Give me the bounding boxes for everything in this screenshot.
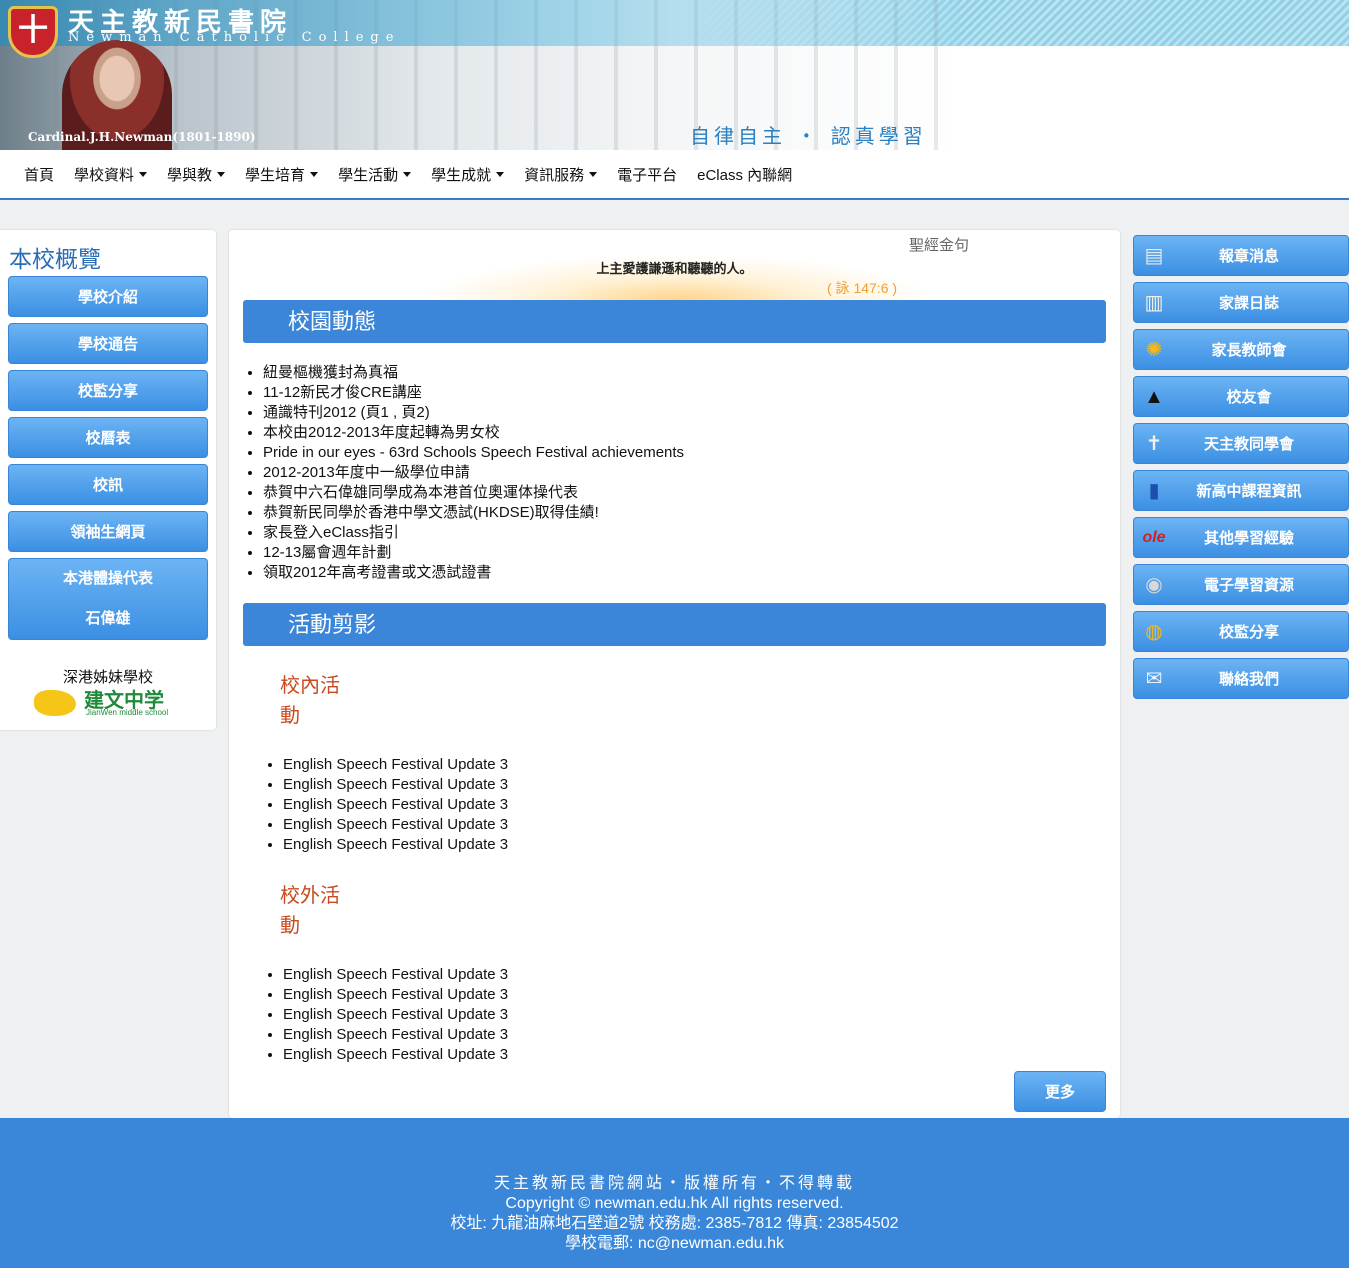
sidebar-item-school-intro[interactable]: 學校介紹 bbox=[8, 276, 208, 317]
header-banner: 十 天主教新民書院 Newman Catholic College Cardin… bbox=[0, 0, 1349, 150]
school-crest-icon: 十 bbox=[8, 6, 58, 58]
book-icon: ▮ bbox=[1148, 480, 1160, 502]
sidebar-item-newsletter[interactable]: 校訊 bbox=[8, 464, 208, 505]
footer-copyright-en: Copyright © newman.edu.hk All rights res… bbox=[505, 1195, 844, 1212]
caret-down-icon bbox=[139, 171, 148, 177]
school-motto: 自律自主 ・ 認真學習 bbox=[690, 124, 927, 148]
campus-news-heading: 校園動態 bbox=[243, 300, 1106, 343]
list-item[interactable]: English Speech Festival Update 3 bbox=[283, 835, 508, 855]
disc-icon: ◉ bbox=[1145, 574, 1163, 596]
caret-down-icon bbox=[310, 171, 319, 177]
bible-verse-label: 聖經金句 bbox=[909, 237, 970, 254]
quicklink-contact-us[interactable]: ✉ 聯絡我們 bbox=[1133, 658, 1349, 699]
caret-down-icon bbox=[589, 171, 598, 177]
list-item[interactable]: English Speech Festival Update 3 bbox=[283, 985, 508, 1005]
list-item[interactable]: English Speech Festival Update 3 bbox=[283, 795, 508, 815]
sister-school-logo[interactable]: 建文中学 JianWen middle school bbox=[34, 684, 179, 720]
news-item[interactable]: 11-12新民才俊CRE講座 bbox=[263, 383, 684, 403]
sidebar-item-supervisor-sharing[interactable]: 校監分享 bbox=[8, 370, 208, 411]
page-footer: 天主教新民書院網站・版權所有・不得轉載 Copyright © newman.e… bbox=[0, 1118, 1349, 1268]
footer-copyright-cn: 天主教新民書院網站・版權所有・不得轉載 bbox=[493, 1175, 855, 1192]
quicklink-pta[interactable]: ✺ 家長教師會 bbox=[1133, 329, 1349, 370]
sidebar-item-school-notices[interactable]: 學校通告 bbox=[8, 323, 208, 364]
bible-verse-reference: ( 詠 147:6 ) bbox=[827, 280, 898, 296]
nav-item-school-info[interactable]: 學校資料 bbox=[74, 164, 148, 185]
graduation-cap-icon: ▲ bbox=[1144, 386, 1164, 408]
news-item[interactable]: 通識特刊2012 (頁1 , 頁2) bbox=[263, 403, 684, 423]
nav-item-student-achievements[interactable]: 學生成就 bbox=[431, 164, 505, 185]
sidebar-item-prefects-page[interactable]: 領袖生網頁 bbox=[8, 511, 208, 552]
nav-item-student-development[interactable]: 學生培育 bbox=[245, 164, 319, 185]
sister-school-emblem-icon bbox=[34, 690, 76, 716]
list-item[interactable]: English Speech Festival Update 3 bbox=[283, 1005, 508, 1025]
list-item[interactable]: English Speech Festival Update 3 bbox=[283, 1025, 508, 1045]
quicklink-nss-curriculum[interactable]: ▮ 新高中課程資訊 bbox=[1133, 470, 1349, 511]
sidebar-title: 本校概覽 bbox=[9, 246, 101, 272]
inside-activities-heading: 校內活 動 bbox=[280, 675, 340, 727]
footer-address: 校址: 九龍油麻地石壁道2號 校務處: 2385-7812 傳真: 238545… bbox=[450, 1215, 899, 1232]
activity-gallery-heading: 活動剪影 bbox=[243, 603, 1106, 646]
caret-down-icon bbox=[217, 171, 226, 177]
list-item[interactable]: English Speech Festival Update 3 bbox=[283, 755, 508, 775]
newspaper-icon: ▤ bbox=[1144, 245, 1164, 267]
list-item[interactable]: English Speech Festival Update 3 bbox=[283, 965, 508, 985]
open-book-icon: ▥ bbox=[1144, 292, 1164, 314]
news-item[interactable]: 恭賀中六石偉雄同學成為本港首位奧運体操代表 bbox=[263, 483, 684, 503]
nav-item-eclass[interactable]: eClass 內聯網 bbox=[697, 164, 792, 185]
news-item[interactable]: 恭賀新民同學於香港中學文憑試(HKDSE)取得佳績! bbox=[263, 503, 684, 523]
news-item[interactable]: 家長登入eClass指引 bbox=[263, 523, 684, 543]
bible-verse-text: 上主愛護謙遜和聽聽的人。 bbox=[596, 261, 753, 276]
list-item[interactable]: English Speech Festival Update 3 bbox=[283, 815, 508, 835]
nav-item-info-services[interactable]: 資訊服務 bbox=[524, 164, 598, 185]
news-item[interactable]: 12-13屬會週年計劃 bbox=[263, 543, 684, 563]
speech-bubble-icon: ◍ bbox=[1145, 621, 1163, 643]
sidebar-item-gymnast-representative[interactable]: 本港體操代表 石偉雄 bbox=[8, 558, 208, 640]
quicklink-newspaper[interactable]: ▤ 報章消息 bbox=[1133, 235, 1349, 276]
news-item[interactable]: 2012-2013年度中一級學位申請 bbox=[263, 463, 684, 483]
school-name-english: Newman Catholic College bbox=[68, 30, 401, 45]
outside-activities-heading: 校外活 動 bbox=[280, 885, 340, 937]
news-item[interactable]: Pride in our eyes - 63rd Schools Speech … bbox=[263, 443, 684, 463]
gymnast-line-2: 石偉雄 bbox=[85, 610, 131, 627]
cardinal-caption: Cardinal.J.H.Newman(1801-1890) bbox=[28, 130, 256, 144]
left-sidebar: 本校概覽 學校介紹 學校通告 校監分享 校曆表 校訊 領袖生網頁 本港體操代表 … bbox=[0, 230, 216, 730]
footer-email: 學校電郵: nc@newman.edu.hk bbox=[565, 1235, 784, 1252]
main-navigation: 首頁 學校資料 學與教 學生培育 學生活動 學生成就 資訊服務 電子平台 eCl… bbox=[0, 150, 1349, 200]
caret-down-icon bbox=[403, 171, 412, 177]
sister-school-name-en: JianWen middle school bbox=[86, 708, 169, 717]
cross-icon: ✝ bbox=[1145, 433, 1163, 455]
nav-item-student-activities[interactable]: 學生活動 bbox=[338, 164, 412, 185]
main-content: 聖經金句 上主愛護謙遜和聽聽的人。 ( 詠 147:6 ) 校園動態 紐曼樞機獲… bbox=[229, 230, 1120, 1118]
nav-item-e-platform[interactable]: 電子平台 bbox=[617, 164, 677, 185]
sidebar-item-school-calendar[interactable]: 校曆表 bbox=[8, 417, 208, 458]
mail-icon: ✉ bbox=[1145, 668, 1163, 690]
gymnast-line-1: 本港體操代表 bbox=[62, 570, 153, 587]
ole-logo-icon: ole bbox=[1142, 529, 1166, 546]
quicklink-supervisor-sharing[interactable]: ◍ 校監分享 bbox=[1133, 611, 1349, 652]
nav-item-home[interactable]: 首頁 bbox=[24, 164, 54, 185]
quicklink-catholic-society[interactable]: ✝ 天主教同學會 bbox=[1133, 423, 1349, 464]
quicklink-ole[interactable]: ole 其他學習經驗 bbox=[1133, 517, 1349, 558]
news-item[interactable]: 紐曼樞機獲封為真福 bbox=[263, 363, 684, 383]
caret-down-icon bbox=[496, 171, 505, 177]
news-item[interactable]: 領取2012年高考證書或文憑試證書 bbox=[263, 563, 684, 583]
inside-activities-list: English Speech Festival Update 3 English… bbox=[263, 755, 508, 855]
more-button[interactable]: 更多 bbox=[1014, 1071, 1106, 1112]
news-item[interactable]: 本校由2012-2013年度起轉為男女校 bbox=[263, 423, 684, 443]
campus-news-list: 紐曼樞機獲封為真福 11-12新民才俊CRE講座 通識特刊2012 (頁1 , … bbox=[243, 363, 684, 583]
list-item[interactable]: English Speech Festival Update 3 bbox=[283, 1045, 508, 1065]
nav-item-learning-teaching[interactable]: 學與教 bbox=[167, 164, 226, 185]
outside-activities-list: English Speech Festival Update 3 English… bbox=[263, 965, 508, 1065]
list-item[interactable]: English Speech Festival Update 3 bbox=[283, 775, 508, 795]
quicklink-alumni[interactable]: ▲ 校友會 bbox=[1133, 376, 1349, 417]
quicklink-homework-diary[interactable]: ▥ 家課日誌 bbox=[1133, 282, 1349, 323]
quicklink-elearning[interactable]: ◉ 電子學習資源 bbox=[1133, 564, 1349, 605]
sunflower-icon: ✺ bbox=[1145, 339, 1163, 361]
